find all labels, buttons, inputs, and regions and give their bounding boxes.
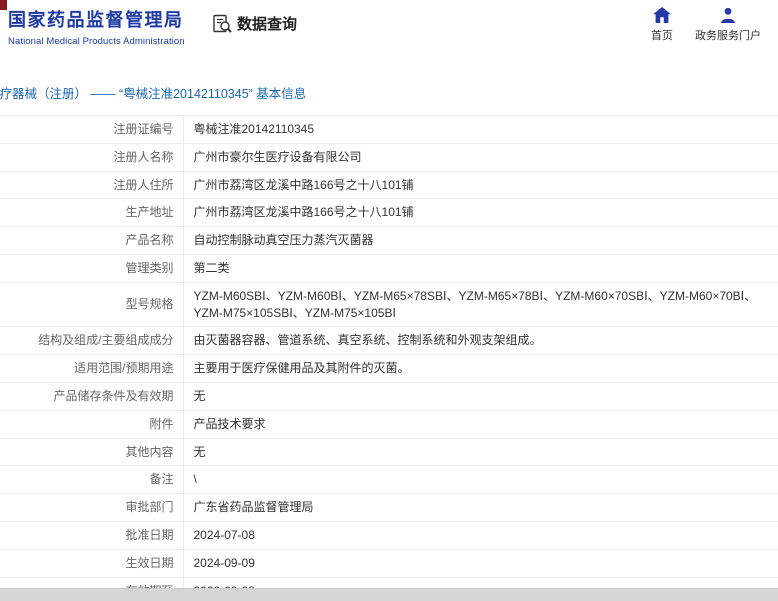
row-label-text: 注册人住所 xyxy=(113,177,174,192)
search-doc-icon xyxy=(212,14,232,34)
table-row: 其他内容 无 xyxy=(0,438,778,467)
row-label-text: 注册证编号 xyxy=(113,122,174,136)
row-label-text: 产品储存条件及有效期 xyxy=(53,388,174,403)
row-value: 无 xyxy=(183,382,778,411)
row-value: 第二类 xyxy=(183,254,778,283)
row-label: 生产地址 xyxy=(0,198,184,228)
row-label-text: 其他内容 xyxy=(125,444,174,459)
row-value: 自动控制脉动真空压力蒸汽灭菌器 xyxy=(183,226,778,255)
row-label: 产品储存条件及有效期 xyxy=(0,382,184,411)
corner-mark xyxy=(0,0,7,10)
row-value: 无 xyxy=(183,438,778,467)
table-row: 批准日期 2024-07-08 xyxy=(0,521,778,550)
info-table-body: 注册证编号 粤械注准20142110345 注册人名称 广州市豪尔生医疗设备有限… xyxy=(0,115,778,601)
row-value: 广州市荔湾区龙溪中路166号之十八101铺 xyxy=(183,171,778,200)
row-label-text: 生产地址 xyxy=(125,205,174,220)
row-label-text: 批准日期 xyxy=(125,527,174,542)
row-label-text: 备注 xyxy=(149,472,174,487)
nav-portal-label: 政务服务门户 xyxy=(695,30,761,42)
row-value: 2024-09-09 xyxy=(183,549,778,578)
table-row: 产品储存条件及有效期 无 xyxy=(0,382,778,411)
table-row: 附件 产品技术要求 xyxy=(0,410,778,439)
row-label: 审批部门 xyxy=(0,493,184,522)
row-label: 产品名称 xyxy=(0,226,184,255)
row-value: 产品技术要求 xyxy=(183,410,778,439)
row-value: 主要用于医疗保健用品及其附件的灭菌。 xyxy=(183,354,778,383)
row-label: 适用范围/预期用途 xyxy=(0,354,184,383)
row-value: YZM-M60SBⅠ、YZM-M60BⅠ、YZM-M65×78SBⅠ、YZM-M… xyxy=(183,282,778,328)
row-label: 型号规格 xyxy=(0,282,184,328)
info-table: 注册证编号 粤械注准20142110345 注册人名称 广州市豪尔生医疗设备有限… xyxy=(0,115,778,601)
row-label-text: 适用范围/预期用途 xyxy=(74,361,174,376)
logo-subtitle: National Medical Products Administration xyxy=(8,36,185,47)
site-logo[interactable]: 国家药品监督管理局 National Medical Products Admi… xyxy=(8,6,185,47)
home-icon xyxy=(646,7,678,24)
row-label-text: 型号规格 xyxy=(125,297,174,312)
row-label: 备注 xyxy=(0,465,184,495)
row-label: 注册人住所 xyxy=(0,171,184,200)
table-row: 生效日期 2024-09-09 xyxy=(0,549,778,578)
row-label: 管理类别 xyxy=(0,254,184,283)
data-query-section[interactable]: 数据查询 xyxy=(212,13,297,34)
table-row: 注册人名称 广州市豪尔生医疗设备有限公司 xyxy=(0,143,778,172)
table-row: 生产地址 广州市荔湾区龙溪中路166号之十八101铺 xyxy=(0,198,778,228)
table-row: 注册人住所 广州市荔湾区龙溪中路166号之十八101铺 xyxy=(0,171,778,200)
row-label: 注册人名称 xyxy=(0,143,184,172)
row-value: 粤械注准20142110345 xyxy=(183,115,778,144)
row-label: 生效日期 xyxy=(0,549,184,578)
row-value: 广东省药品监督管理局 xyxy=(183,493,778,522)
user-icon xyxy=(694,7,762,24)
data-query-label: 数据查询 xyxy=(237,16,298,33)
table-row: 型号规格 YZM-M60SBⅠ、YZM-M60BⅠ、YZM-M65×78SBⅠ、… xyxy=(0,282,778,328)
row-label: 批准日期 xyxy=(0,521,184,550)
table-row: 审批部门 广东省药品监督管理局 xyxy=(0,493,778,522)
row-label-text: 管理类别 xyxy=(125,260,174,275)
table-row: 注册证编号 粤械注准20142110345 xyxy=(0,115,778,144)
row-label-text: 生效日期 xyxy=(125,555,174,570)
row-label-text: 产品名称 xyxy=(125,233,174,248)
row-label-text: 结构及组成/主要组成成分 xyxy=(38,333,174,348)
row-value: 2024-07-08 xyxy=(183,521,778,550)
row-value: 广州市荔湾区龙溪中路166号之十八101铺 xyxy=(183,198,778,228)
row-value: 广州市豪尔生医疗设备有限公司 xyxy=(183,143,778,172)
row-label: 结构及组成/主要组成成分 xyxy=(0,326,184,356)
row-value: 由灭菌器容器、管道系统、真空系统、控制系统和外观支架组成。 xyxy=(183,326,778,356)
row-label: 注册证编号 xyxy=(0,115,184,144)
site-header: 国家药品监督管理局 National Medical Products Admi… xyxy=(0,0,778,62)
table-row: 适用范围/预期用途 主要用于医疗保健用品及其附件的灭菌。 xyxy=(0,354,778,383)
row-label-text: 注册人名称 xyxy=(113,149,174,164)
row-label: 其他内容 xyxy=(0,438,184,467)
nav-home-label: 首页 xyxy=(651,30,673,42)
footer-bar xyxy=(0,588,778,601)
table-row: 备注 \ xyxy=(0,465,778,495)
logo-title: 国家药品监督管理局 xyxy=(8,10,184,30)
row-label-text: 附件 xyxy=(149,416,174,431)
nav-portal[interactable]: 政务服务门户 xyxy=(694,7,762,43)
breadcrumb: 医疗器械（注册） —— “粤械注准20142110345” 基本信息 xyxy=(0,87,307,101)
row-value: \ xyxy=(183,465,778,495)
table-row: 结构及组成/主要组成成分 由灭菌器容器、管道系统、真空系统、控制系统和外观支架组… xyxy=(0,326,778,356)
row-label: 附件 xyxy=(0,410,184,439)
row-label-text: 审批部门 xyxy=(125,500,174,515)
table-row: 产品名称 自动控制脉动真空压力蒸汽灭菌器 xyxy=(0,226,778,255)
table-row: 管理类别 第二类 xyxy=(0,254,778,283)
nav-home[interactable]: 首页 xyxy=(646,7,678,43)
page: 国家药品监督管理局 National Medical Products Admi… xyxy=(0,0,778,601)
